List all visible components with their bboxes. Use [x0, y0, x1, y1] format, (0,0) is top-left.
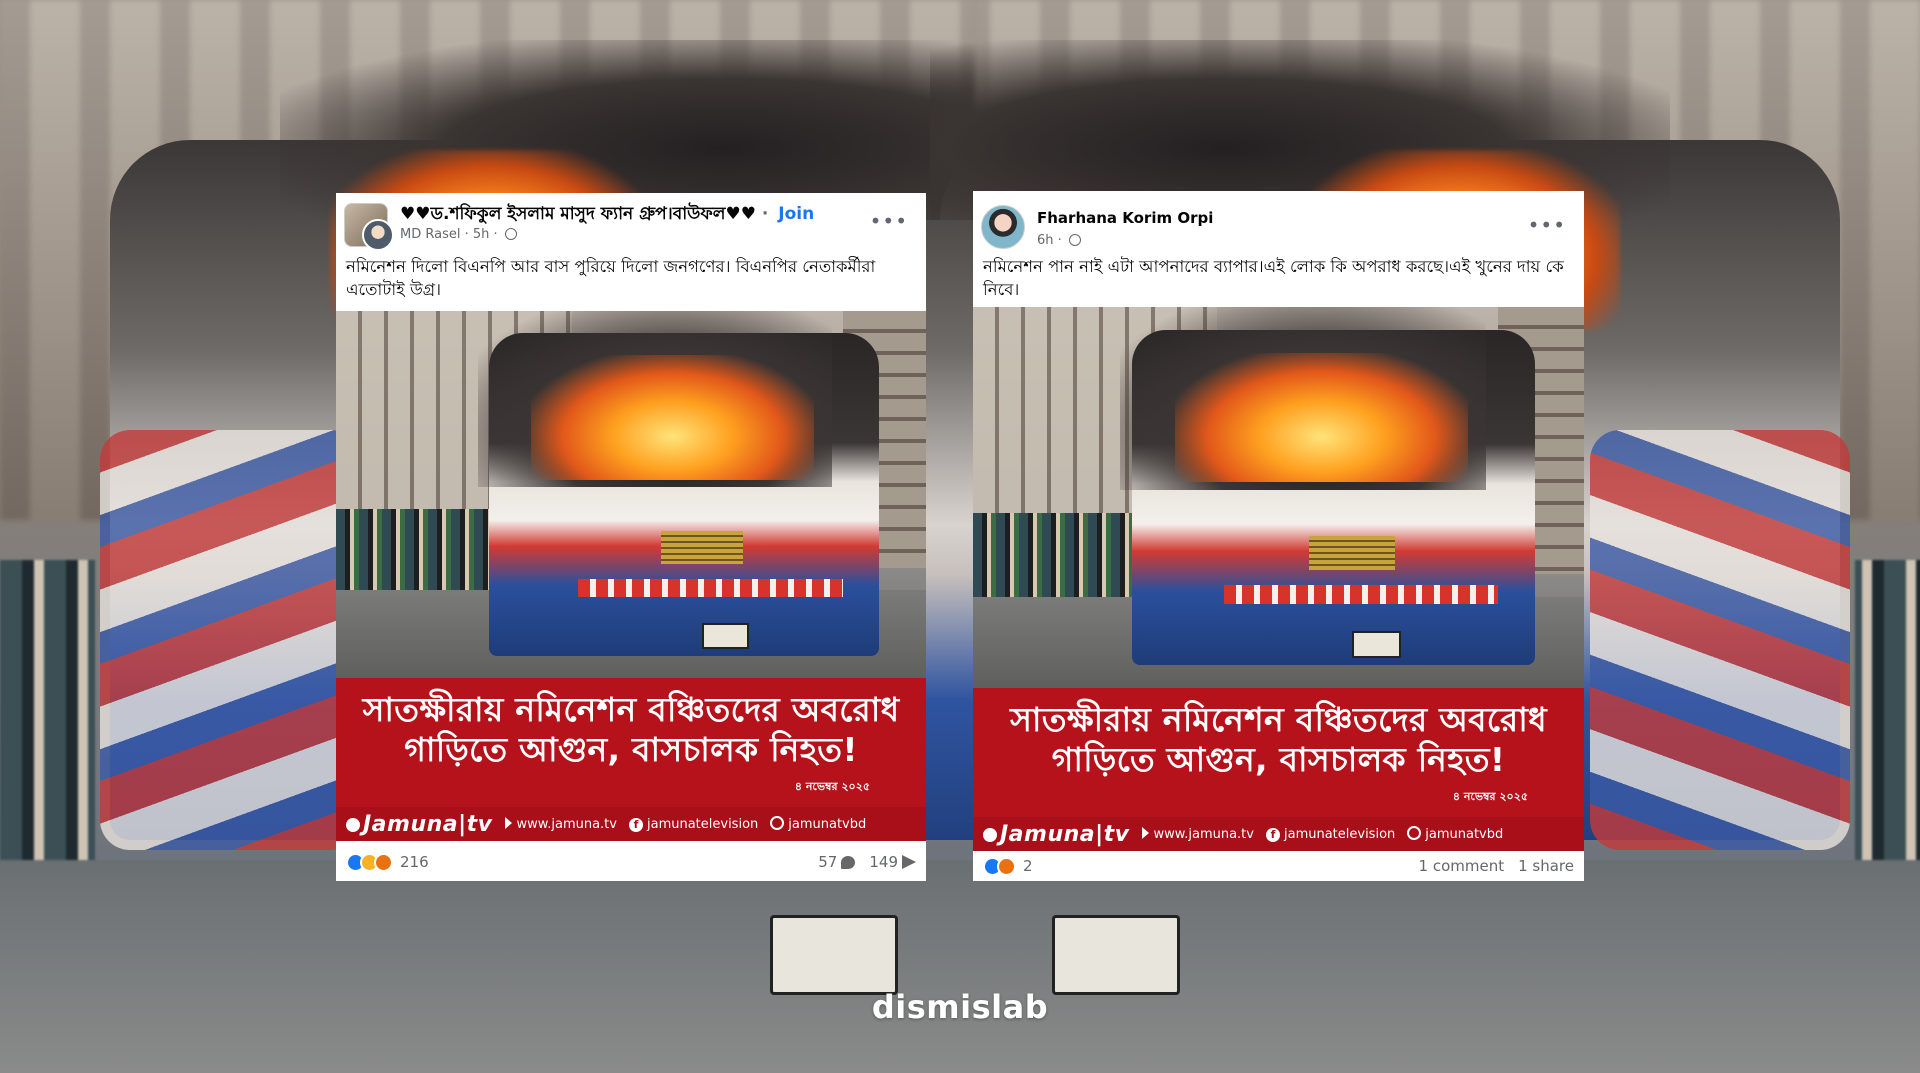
background-image — [0, 0, 1920, 1073]
post-meta: 6h · — [1037, 233, 1081, 248]
website-link: www.jamuna.tv — [504, 816, 617, 832]
facebook-icon: f — [1265, 827, 1280, 842]
post-footer: 2 1 comment 1 share — [973, 851, 1584, 881]
website-link: www.jamuna.tv — [1141, 826, 1254, 842]
youtube-handle: jamunatvbd — [1407, 826, 1503, 842]
author-name[interactable]: MD Rasel — [400, 227, 460, 242]
share-count[interactable]: 149 — [869, 853, 916, 871]
news-date: ৪ নভেম্বর ২০২৫ — [1452, 790, 1528, 803]
post-meta: MD Rasel · 5h · — [400, 227, 517, 242]
jamuna-logo-icon — [983, 827, 997, 842]
facebook-post-left: ♥♥ড.শফিকুল ইসলাম মাসুদ ফ্যান গ্রুপ।বাউফল… — [336, 193, 926, 881]
group-name-line: ♥♥ড.শফিকুল ইসলাম মাসুদ ফ্যান গ্রুপ।বাউফল… — [400, 204, 815, 224]
reaction-count[interactable]: 216 — [400, 853, 429, 871]
author-avatar[interactable] — [362, 219, 394, 251]
group-name[interactable]: ♥♥ড.শফিকুল ইসলাম মাসুদ ফ্যান গ্রুপ।বাউফল… — [400, 204, 756, 224]
globe-icon — [1068, 234, 1081, 246]
reactions[interactable]: 2 — [983, 856, 1033, 876]
play-arrow-icon — [504, 816, 512, 829]
facebook-handle: f jamunatelevision — [628, 817, 758, 832]
post-time[interactable]: 6h — [1037, 233, 1054, 248]
dismislab-watermark: dismislab — [871, 988, 1049, 1026]
share-count[interactable]: 1 share — [1518, 857, 1574, 875]
burning-bus-photo — [336, 311, 926, 678]
facebook-icon: f — [628, 817, 643, 832]
post-header: Fharhana Korim Orpi 6h · ••• — [973, 191, 1584, 255]
angry-reaction-icon — [997, 856, 1016, 876]
reactions[interactable]: 216 — [346, 852, 429, 872]
news-image[interactable]: সাতক্ষীরায় নমিনেশন বঞ্চিতদের অবরোধ গাড়… — [336, 311, 926, 841]
post-caption: নমিনেশন পান নাই এটা আপনাদের ব্যাপার।এই ল… — [983, 257, 1564, 299]
news-headline: সাতক্ষীরায় নমিনেশন বঞ্চিতদের অবরোধ গাড়… — [1010, 700, 1547, 779]
author-name[interactable]: Fharhana Korim Orpi — [1037, 209, 1213, 227]
news-banner: সাতক্ষীরায় নমিনেশন বঞ্চিতদের অবরোধ গাড়… — [973, 688, 1584, 851]
more-options-icon[interactable]: ••• — [870, 209, 908, 233]
brand-logo: Jamuna|tv — [346, 812, 493, 837]
facebook-post-right: Fharhana Korim Orpi 6h · ••• নমিনেশন পান… — [973, 191, 1584, 881]
comment-icon — [841, 856, 856, 869]
comment-count[interactable]: 1 comment — [1419, 857, 1505, 875]
author-avatar[interactable] — [981, 205, 1025, 249]
news-headline: সাতক্ষীরায় নমিনেশন বঞ্চিতদের অবরোধ গাড়… — [362, 690, 900, 769]
news-banner: সাতক্ষীরায় নমিনেশন বঞ্চিতদের অবরোধ গাড়… — [336, 678, 926, 841]
post-time[interactable]: 5h — [473, 227, 490, 242]
jamuna-logo-icon — [346, 817, 360, 832]
news-image[interactable]: সাতক্ষীরায় নমিনেশন বঞ্চিতদের অবরোধ গাড়… — [973, 307, 1584, 851]
youtube-icon — [770, 816, 785, 830]
youtube-handle: jamunatvbd — [770, 816, 866, 832]
post-footer: 216 57 149 — [336, 843, 926, 881]
reaction-count[interactable]: 2 — [1023, 857, 1033, 875]
youtube-icon — [1407, 826, 1422, 840]
brand-bar: Jamuna|tv www.jamuna.tv f jamunatelevisio… — [336, 807, 926, 841]
play-arrow-icon — [1141, 826, 1149, 839]
brand-bar: Jamuna|tv www.jamuna.tv f jamunatelevisio… — [973, 817, 1584, 851]
facebook-handle: f jamunatelevision — [1265, 827, 1395, 842]
burning-bus-photo — [973, 307, 1584, 688]
share-icon — [902, 855, 916, 869]
author-name-line: Fharhana Korim Orpi — [1037, 209, 1213, 227]
more-options-icon[interactable]: ••• — [1528, 213, 1566, 237]
news-date: ৪ নভেম্বর ২০২৫ — [794, 780, 870, 793]
comment-count[interactable]: 57 — [818, 853, 856, 871]
globe-icon — [504, 228, 517, 240]
post-header: ♥♥ড.শফিকুল ইসলাম মাসুদ ফ্যান গ্রুপ।বাউফল… — [336, 193, 926, 255]
angry-reaction-icon — [374, 852, 393, 872]
post-caption: নমিনেশন দিলো বিএনপি আর বাস পুরিয়ে দিলো … — [346, 257, 876, 299]
brand-logo: Jamuna|tv — [983, 822, 1130, 847]
join-button[interactable]: Join — [778, 204, 814, 224]
